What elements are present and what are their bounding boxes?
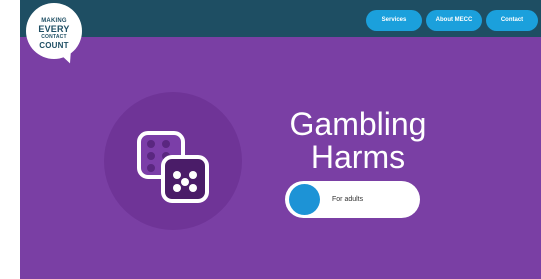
nav-contact-button[interactable]: Contact <box>486 10 538 31</box>
toggle-knob[interactable] <box>289 184 320 215</box>
audience-toggle[interactable]: For adults <box>285 181 420 218</box>
logo-line-3: CONTACT <box>41 34 67 40</box>
dice-icon <box>137 131 209 203</box>
toggle-label: For adults <box>332 196 364 203</box>
nav-services-button[interactable]: Services <box>366 10 422 31</box>
logo-text: MAKING EVERY CONTACT COUNT <box>26 18 82 50</box>
title-line-1: Gambling <box>289 106 427 142</box>
logo-line-4: COUNT <box>39 41 69 50</box>
logo-line-2: EVERY <box>38 24 70 34</box>
nav-about-mecc-button[interactable]: About MECC <box>426 10 482 31</box>
mecc-logo[interactable]: MAKING EVERY CONTACT COUNT <box>26 3 82 59</box>
page-title: Gambling Harms <box>268 108 448 174</box>
title-line-2: Harms <box>310 139 406 175</box>
page-frame: MAKING EVERY CONTACT COUNT Services Abou… <box>20 0 541 279</box>
